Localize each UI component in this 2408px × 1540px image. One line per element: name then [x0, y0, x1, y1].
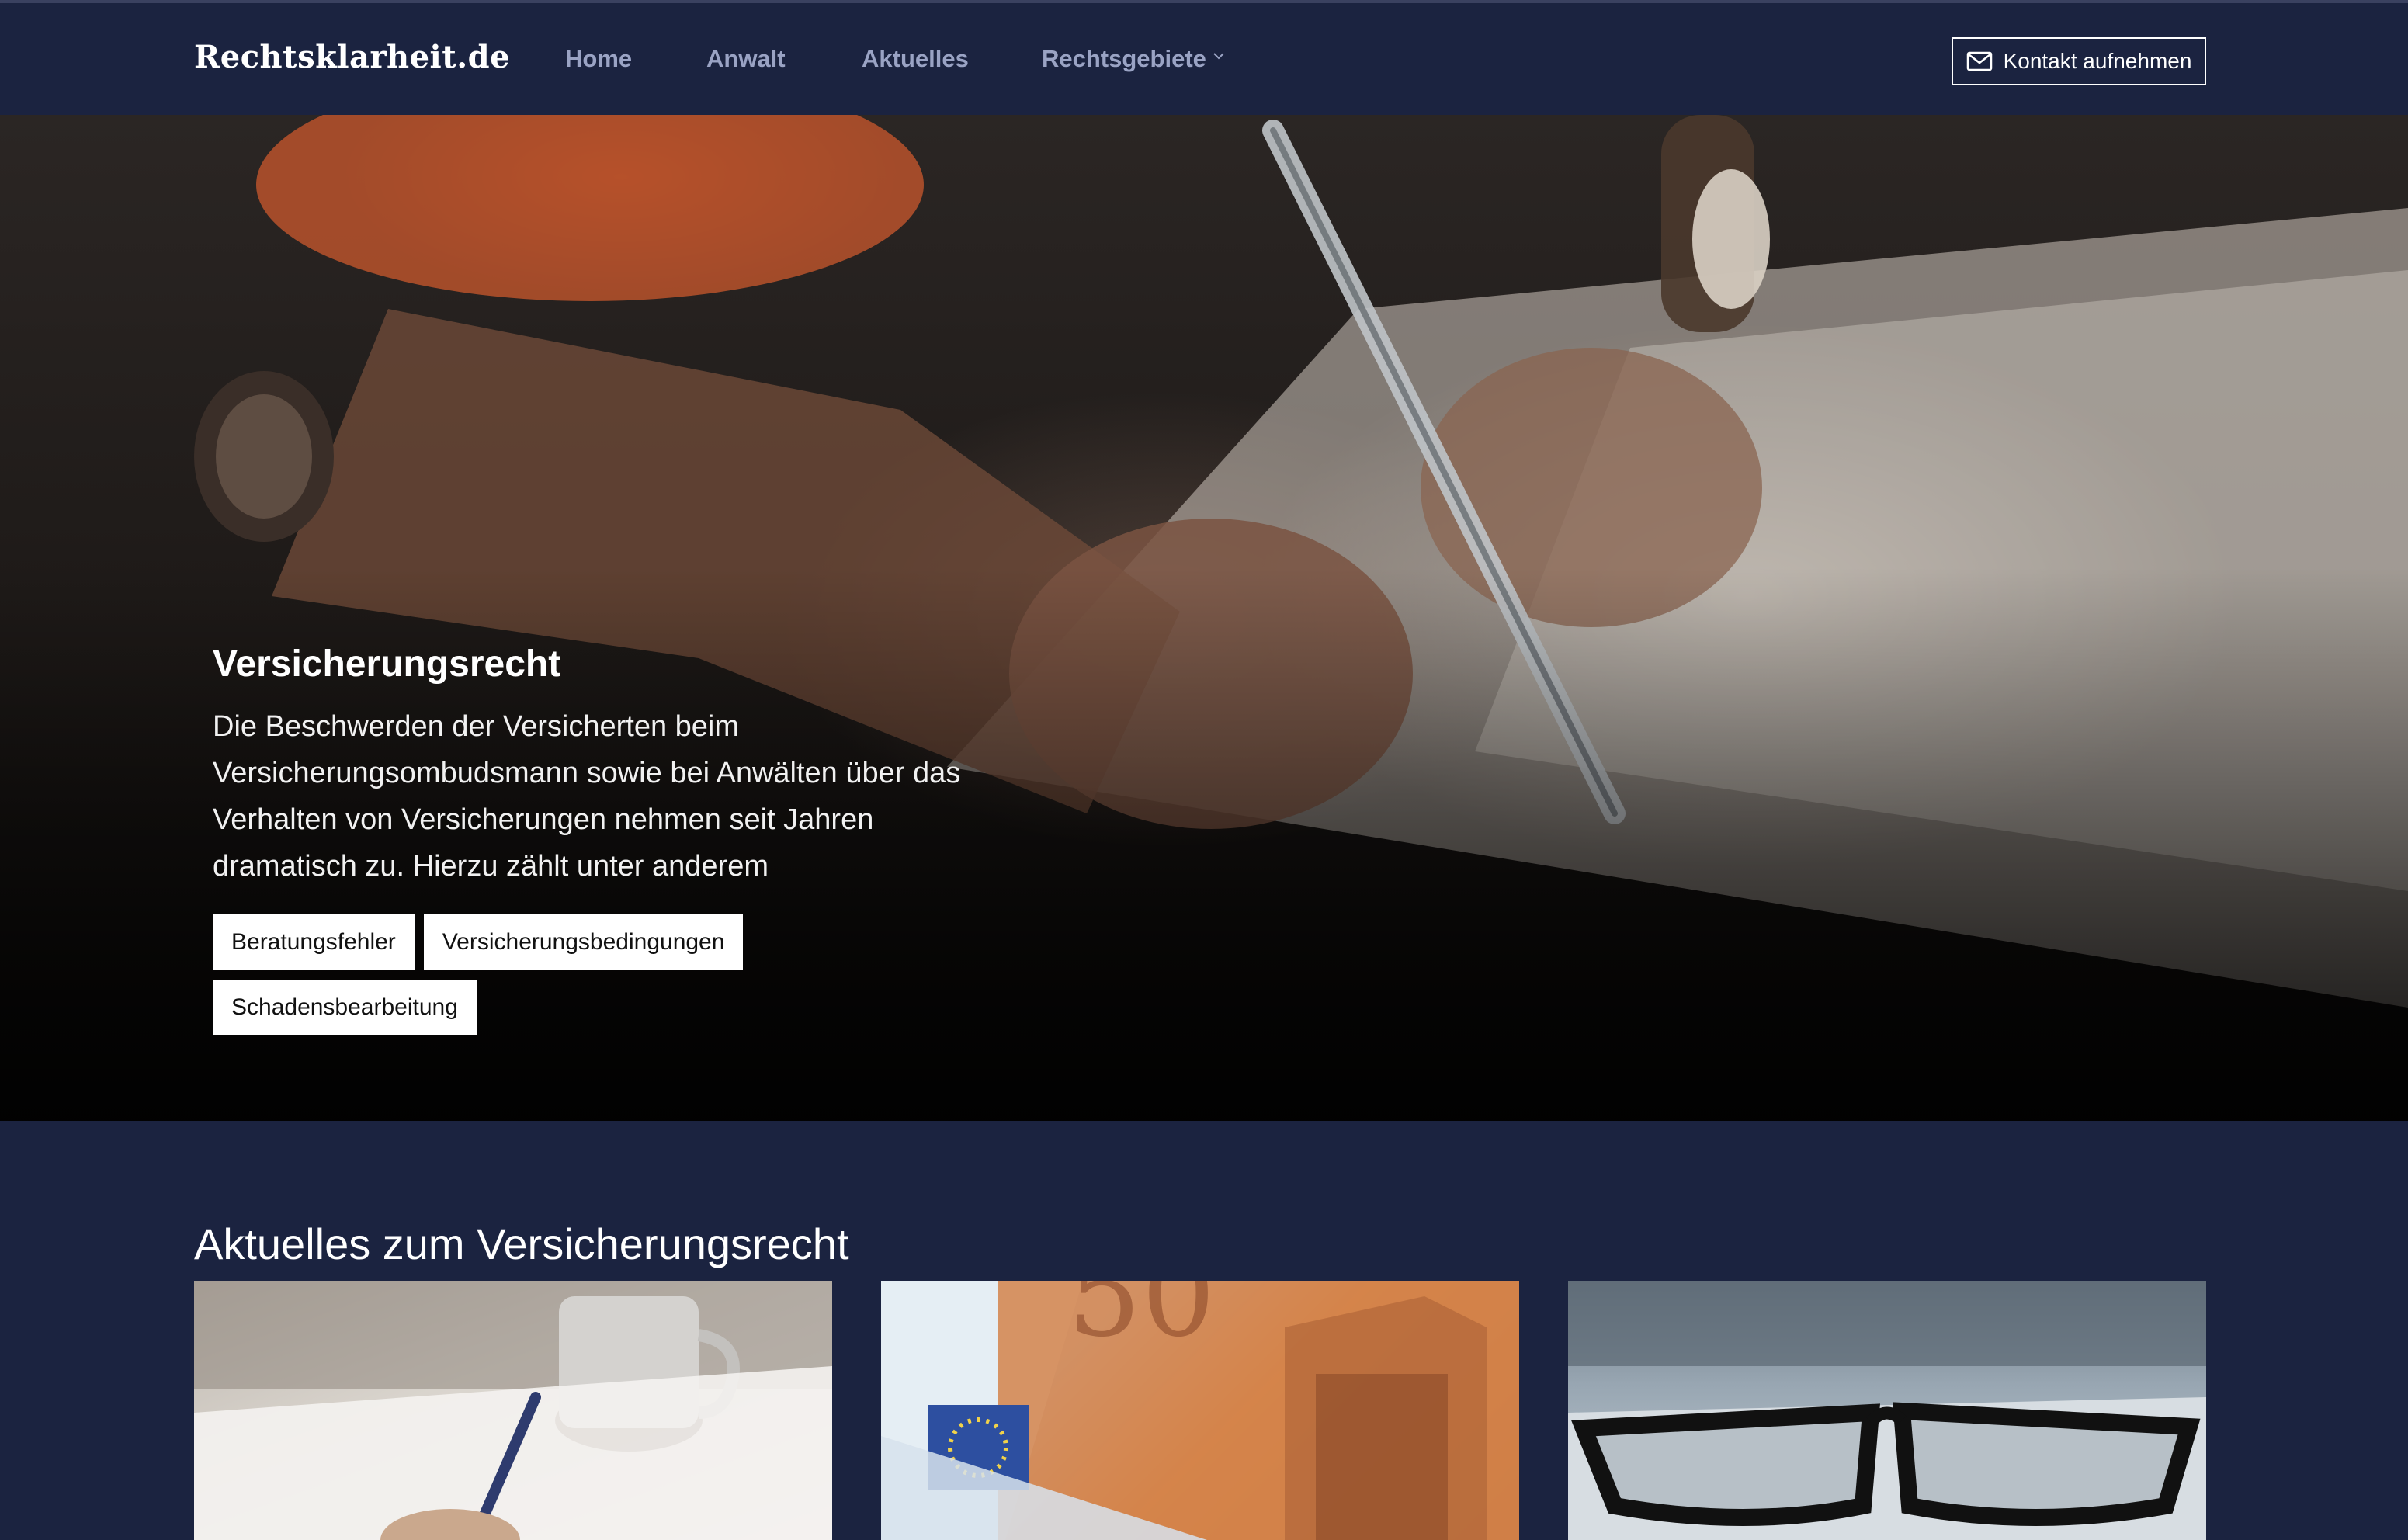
- news-card-1[interactable]: [194, 1281, 832, 1540]
- news-card-2[interactable]: 50: [881, 1281, 1519, 1540]
- nav-link-home[interactable]: Home: [565, 45, 632, 73]
- news-card-1-image: [194, 1281, 832, 1540]
- brand-logo[interactable]: Rechtsklarheit.de: [194, 39, 510, 75]
- hero-description: Die Beschwerden der Versicherten beim Ve…: [213, 710, 961, 883]
- topic-tags: Beratungsfehler Versicherungsbedingungen…: [213, 914, 803, 1035]
- nav-dropdown-rechtsgebiete[interactable]: Rechtsgebiete: [1042, 45, 1225, 73]
- navbar: Rechtsklarheit.de Home Anwalt Aktuelles …: [0, 0, 2408, 115]
- svg-text:50: 50: [1067, 1281, 1216, 1363]
- section-title-news: Aktuelles zum Versicherungsrecht: [194, 1219, 849, 1269]
- nav-link-anwalt[interactable]: Anwalt: [706, 45, 786, 73]
- mail-icon: [1966, 51, 1992, 71]
- nav-link-aktuelles[interactable]: Aktuelles: [862, 45, 969, 73]
- tag-versicherungsbedingungen[interactable]: Versicherungsbedingungen: [423, 914, 744, 970]
- tag-schadensbearbeitung[interactable]: Schadensbearbeitung: [213, 980, 477, 1035]
- chevron-down-icon: [1213, 53, 1224, 60]
- nav-link-rechtsgebiete-label: Rechtsgebiete: [1042, 45, 1206, 72]
- news-card-2-image: 50: [881, 1281, 1519, 1540]
- news-card-3-image: [1568, 1281, 2206, 1540]
- hero-title: Versicherungsrecht: [213, 643, 561, 685]
- tag-beratungsfehler[interactable]: Beratungsfehler: [213, 914, 415, 970]
- hero-banner: Versicherungsrecht Die Beschwerden der V…: [0, 115, 2408, 1121]
- contact-button-label: Kontakt aufnehmen: [2003, 49, 2192, 73]
- news-card-3[interactable]: [1568, 1281, 2206, 1540]
- contact-button[interactable]: Kontakt aufnehmen: [1952, 37, 2206, 85]
